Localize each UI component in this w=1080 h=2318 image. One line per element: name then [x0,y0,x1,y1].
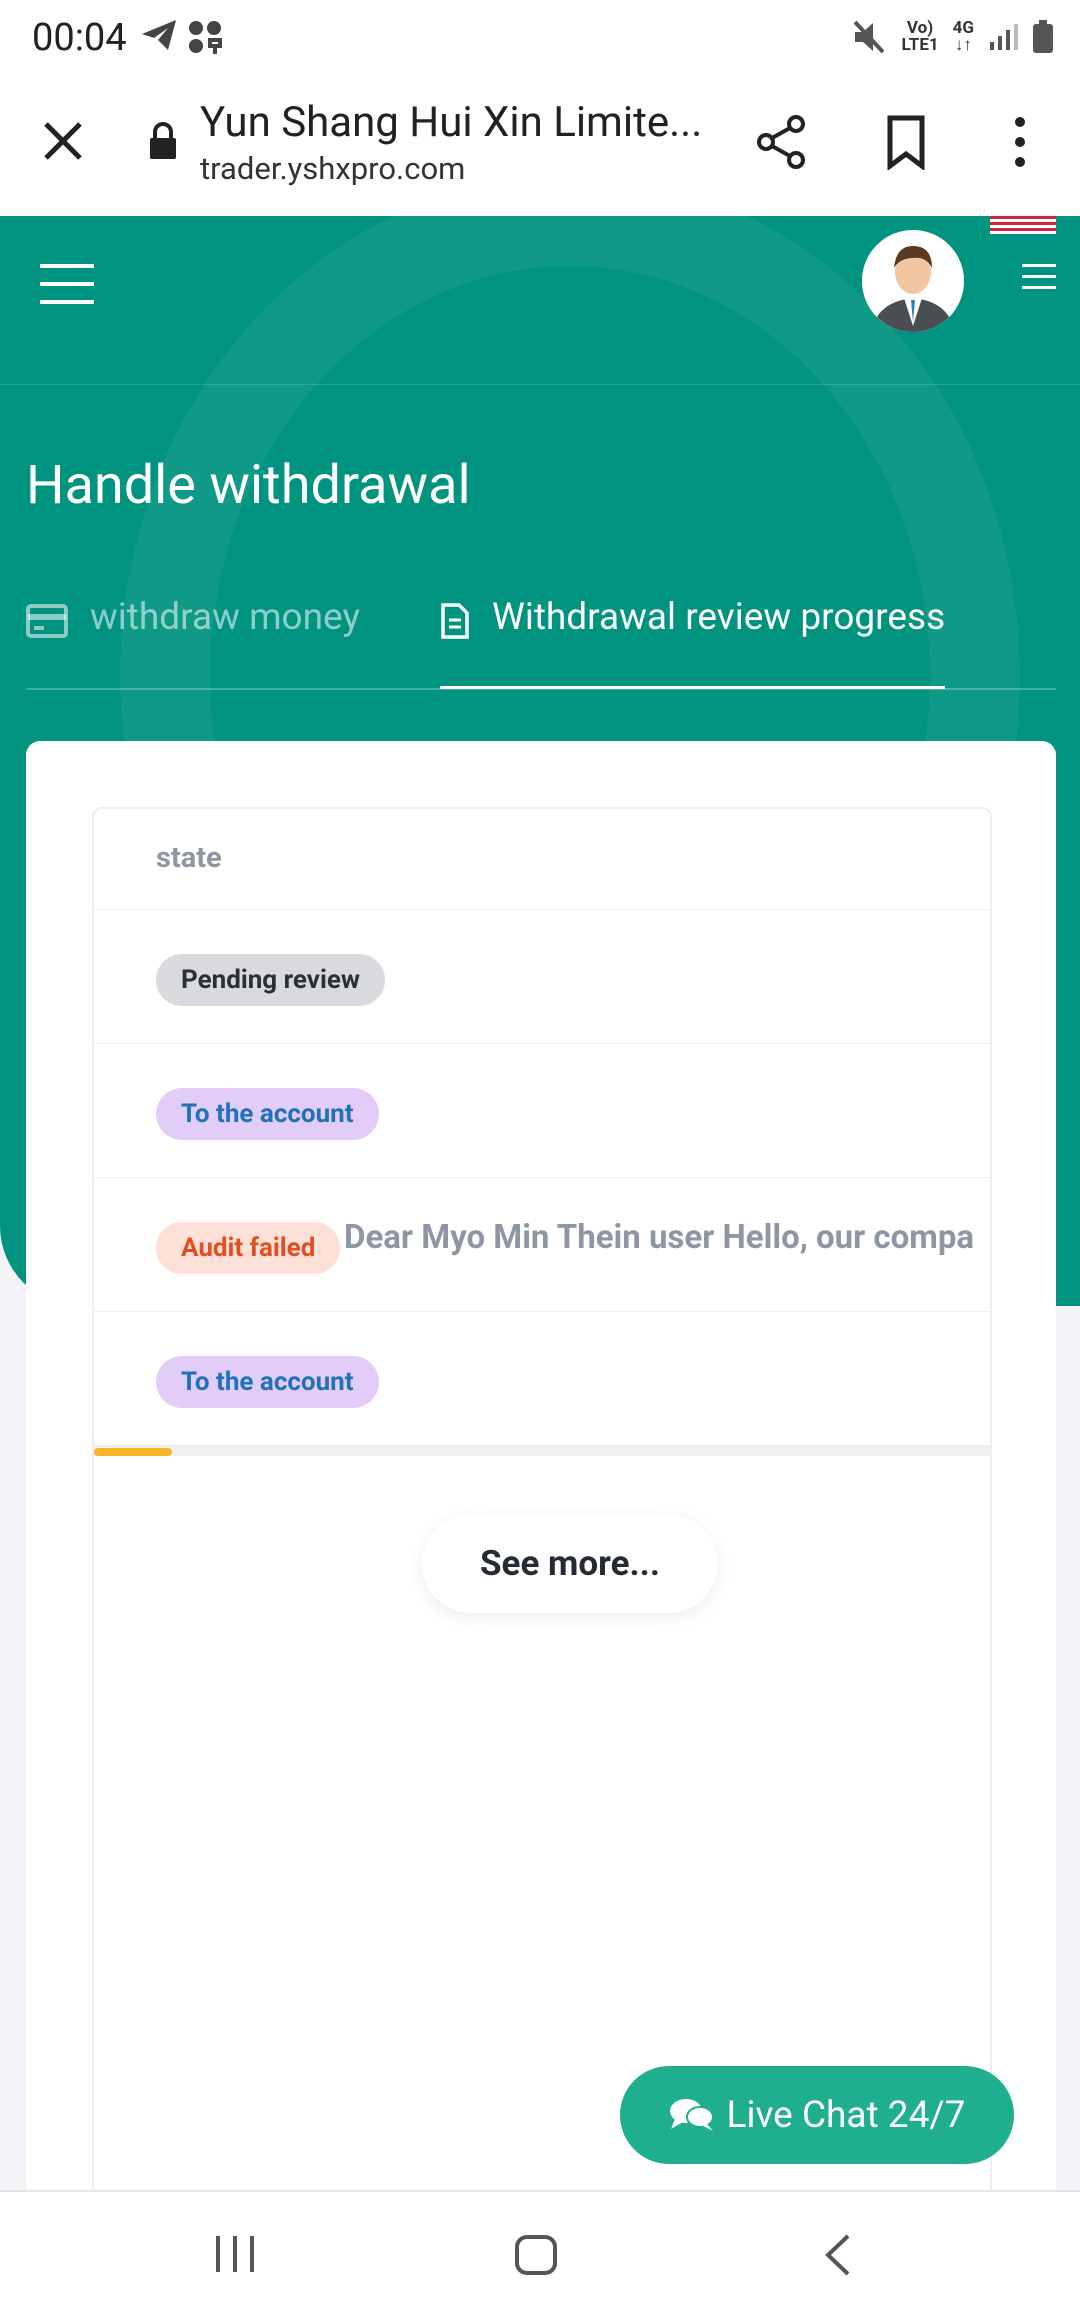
tab-label: Withdrawal review progress [492,596,946,639]
table-row: To the account [94,1044,990,1178]
browser-toolbar: Yun Shang Hui Xin Limite... trader.yshxp… [0,78,1080,218]
lock-icon[interactable] [148,122,178,160]
status-time: 00:04 [32,16,127,60]
url-text[interactable]: trader.yshxpro.com [200,150,465,187]
user-avatar[interactable] [862,230,964,332]
see-more-button[interactable]: See more... [422,1515,718,1613]
side-menu-icon[interactable] [1022,262,1056,292]
home-icon[interactable] [514,2234,558,2276]
scrollbar-thumb[interactable] [94,1448,172,1456]
horizontal-scrollbar[interactable] [94,1446,990,1456]
status-message: Dear Myo Min Thein user Hello, our compa [344,1218,975,1257]
signal-icon [990,24,1018,50]
tab-label: withdraw money [90,596,360,639]
status-icons: Vo) LTE1 4G ↓↑ [851,20,1054,54]
chat-bubbles-icon [669,2099,714,2131]
status-bar: 00:04 Vo) LTE1 4G ↓↑ [0,0,1080,78]
telegram-icon [142,20,176,50]
table-header: state [94,809,990,910]
close-icon[interactable] [40,118,86,164]
status-badge: Audit failed [156,1222,341,1274]
status-badge: To the account [156,1088,379,1140]
live-chat-button[interactable]: Live Chat 24/7 [620,2066,1014,2164]
data-indicator: 4G ↓↑ [952,18,974,55]
tab-withdrawal-review-progress[interactable]: Withdrawal review progress [440,596,946,689]
column-header-state: state [156,841,222,875]
status-badge: Pending review [156,954,385,1006]
status-badge: To the account [156,1356,379,1408]
mute-icon [854,20,885,54]
site-header [0,216,1080,385]
more-options-icon[interactable] [1000,114,1040,170]
language-flag-icon[interactable] [990,216,1056,234]
table-row: Audit failed Dear Myo Min Thein user Hel… [94,1178,990,1312]
withdrawal-table: state Pending review To the account Audi… [92,807,992,2211]
table-row: To the account [94,1312,990,1446]
share-icon[interactable] [756,114,808,170]
bookmark-icon[interactable] [884,114,928,170]
recent-apps-icon[interactable] [214,2234,256,2274]
table-row: Pending review [94,910,990,1044]
network-type: Vo) LTE1 [901,18,939,55]
document-icon [441,603,469,639]
battery-icon [1033,20,1053,53]
page-title-bar[interactable]: Yun Shang Hui Xin Limite... [200,98,702,147]
hamburger-menu-icon[interactable] [40,262,94,306]
back-icon[interactable] [822,2232,852,2278]
page-heading: Handle withdrawal [26,454,471,517]
live-chat-label: Live Chat 24/7 [726,2093,966,2137]
tab-bar: withdraw money Withdrawal review progres… [26,596,1056,690]
withdrawal-progress-card: state Pending review To the account Audi… [26,741,1056,2211]
avatar-icon [862,230,964,332]
system-navigation-bar [0,2190,1080,2318]
app-notification-icon [189,21,222,54]
credit-card-icon [26,604,68,638]
tab-withdraw-money[interactable]: withdraw money [26,596,360,686]
